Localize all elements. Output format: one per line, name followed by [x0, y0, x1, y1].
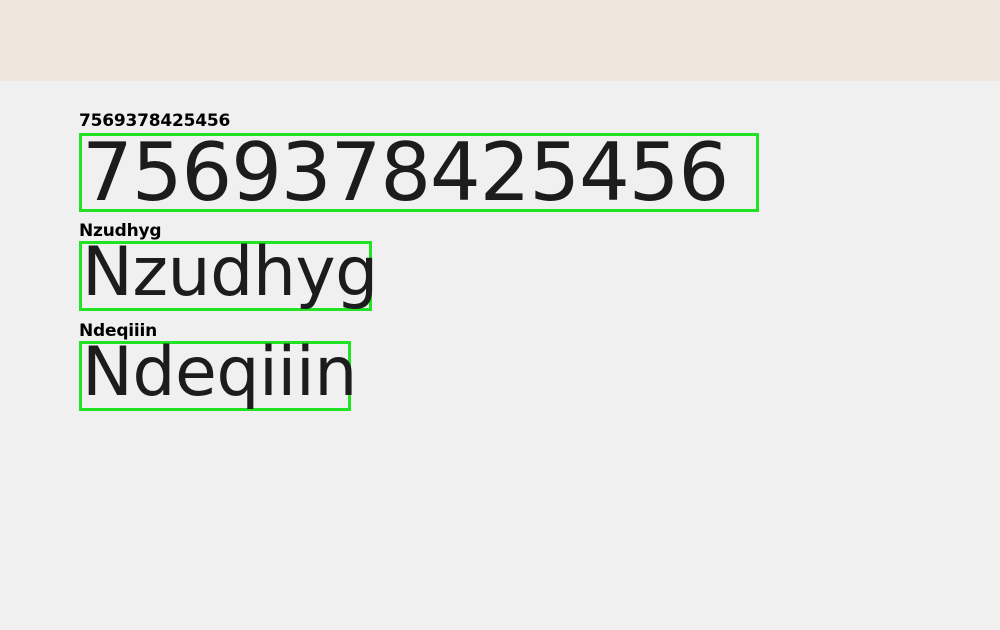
- detected-text: Ndeqiiin: [82, 333, 357, 412]
- detected-text: Nzudhyg: [82, 233, 378, 312]
- top-band: [0, 0, 1000, 81]
- detected-text: 7569378425456: [82, 126, 729, 219]
